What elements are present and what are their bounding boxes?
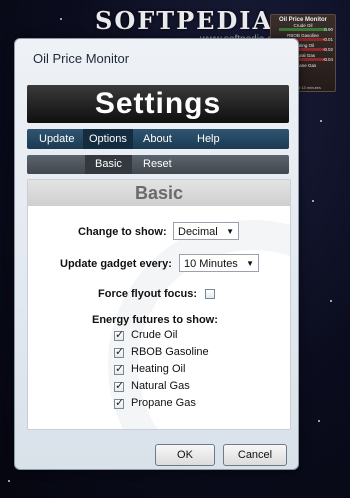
dropdown-arrow-icon: ▼ bbox=[246, 259, 254, 268]
gadget-title: Oil Price Monitor bbox=[278, 17, 327, 23]
menu-help[interactable]: Help bbox=[191, 129, 226, 149]
propane-gas-label: Propane Gas bbox=[131, 397, 196, 409]
gadget-row-value: 0.90 bbox=[324, 27, 333, 32]
star bbox=[8, 480, 10, 482]
update-select[interactable]: 10 Minutes ▼ bbox=[179, 254, 259, 272]
heating-oil-checkbox[interactable]: ✓ bbox=[114, 362, 125, 375]
dropdown-arrow-icon: ▼ bbox=[226, 227, 234, 236]
checkmark-icon: ✓ bbox=[115, 362, 125, 375]
natural-gas-label: Natural Gas bbox=[131, 380, 190, 392]
star bbox=[318, 420, 320, 422]
cancel-button[interactable]: Cancel bbox=[223, 444, 287, 466]
menu-about[interactable]: About bbox=[137, 129, 178, 149]
softpedia-logo: SOFTPEDIA bbox=[95, 6, 274, 35]
gadget-row-value: -0.04 bbox=[322, 57, 333, 62]
rbob-gasoline-label: RBOB Gasoline bbox=[131, 346, 209, 358]
change-value: Decimal bbox=[178, 226, 218, 238]
checkmark-icon: ✓ bbox=[115, 396, 125, 409]
star bbox=[312, 200, 314, 202]
basic-panel: Basic Change to show: Decimal ▼ Update g… bbox=[27, 179, 291, 430]
star bbox=[320, 120, 322, 122]
heating-oil-label: Heating Oil bbox=[131, 363, 186, 375]
natural-gas-checkbox[interactable]: ✓ bbox=[114, 379, 125, 392]
title-bar[interactable]: Oil Price Monitor bbox=[15, 39, 298, 79]
propane-gas-checkbox[interactable]: ✓ bbox=[114, 396, 125, 409]
settings-banner: Settings bbox=[27, 85, 289, 123]
menu-options[interactable]: Options bbox=[83, 129, 133, 149]
checkmark-icon: ✓ bbox=[115, 345, 125, 358]
update-label: Update gadget every: bbox=[60, 258, 172, 270]
checkmark-icon: ✓ bbox=[115, 328, 125, 341]
section-title: Basic bbox=[28, 180, 290, 206]
futures-label: Energy futures to show: bbox=[92, 314, 218, 326]
menu-update[interactable]: Update bbox=[33, 129, 80, 149]
star bbox=[330, 300, 332, 302]
change-label: Change to show: bbox=[78, 226, 167, 238]
checkmark-icon: ✓ bbox=[115, 379, 125, 392]
change-select[interactable]: Decimal ▼ bbox=[173, 222, 239, 240]
update-value: 10 Minutes bbox=[184, 258, 238, 270]
star bbox=[60, 18, 62, 20]
gadget-row-value: -0.01 bbox=[322, 37, 333, 42]
flyout-label: Force flyout focus: bbox=[98, 288, 198, 300]
settings-window: Oil Price Monitor Settings Update Option… bbox=[14, 38, 299, 470]
crude-oil-label: Crude Oil bbox=[131, 329, 178, 341]
submenu-basic[interactable]: Basic bbox=[85, 155, 132, 174]
gadget-row-value: -0.02 bbox=[322, 47, 333, 52]
main-menu: Update Options About Help bbox=[27, 129, 289, 149]
submenu-reset[interactable]: Reset bbox=[133, 155, 182, 174]
options-submenu: Basic Reset bbox=[27, 155, 289, 174]
gadget-bar bbox=[279, 28, 327, 31]
flyout-checkbox[interactable] bbox=[205, 289, 215, 299]
rbob-gasoline-checkbox[interactable]: ✓ bbox=[114, 345, 125, 358]
window-title: Oil Price Monitor bbox=[33, 51, 130, 66]
ok-button[interactable]: OK bbox=[155, 444, 215, 466]
gadget-row: Crude Oil 0.90 bbox=[271, 23, 335, 33]
crude-oil-checkbox[interactable]: ✓ bbox=[114, 328, 125, 341]
